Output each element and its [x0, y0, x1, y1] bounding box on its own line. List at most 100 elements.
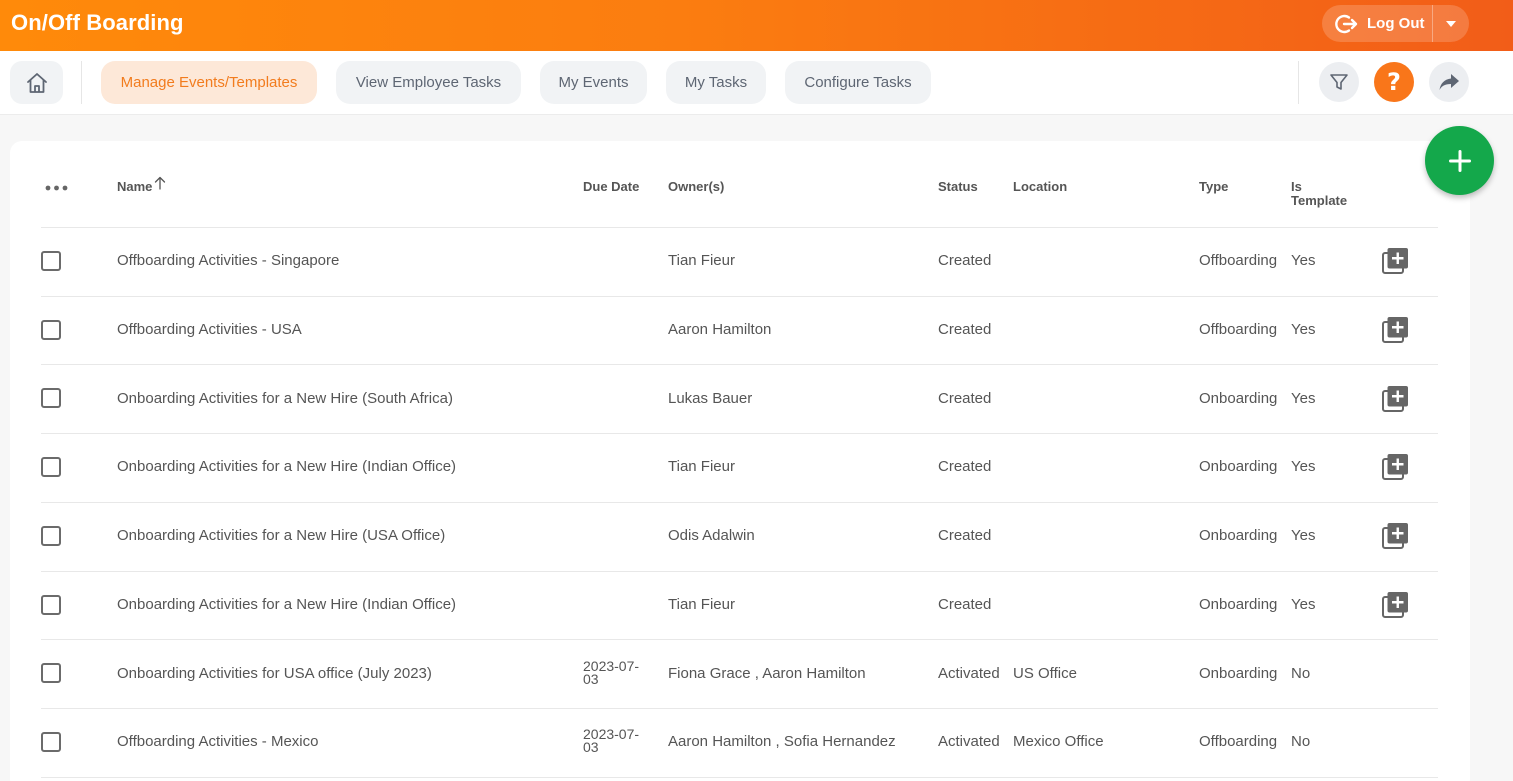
- row-due-date-part2: 03: [583, 671, 599, 687]
- tab-view-employee-tasks[interactable]: View Employee Tasks: [336, 61, 521, 104]
- row-status: Created: [938, 321, 992, 338]
- filter-button[interactable]: [1319, 62, 1359, 102]
- copy-template-icon[interactable]: [1382, 316, 1409, 343]
- column-header-location[interactable]: Location: [1013, 180, 1067, 194]
- row-status: Created: [938, 390, 992, 407]
- row-due-date-part2: 03: [583, 739, 599, 755]
- copy-template-icon[interactable]: [1382, 522, 1409, 549]
- row-due-date: 2023-07- 03: [583, 727, 649, 755]
- column-header-is-template-line1: Is: [1291, 179, 1302, 194]
- row-type: Onboarding: [1199, 390, 1278, 407]
- share-icon: [1439, 74, 1459, 90]
- column-header-due-date[interactable]: Due Date: [583, 180, 639, 194]
- app-header: On/Off Boarding Log Out: [0, 0, 1513, 51]
- row-name[interactable]: Offboarding Activities - Mexico: [117, 734, 318, 750]
- row-is-template: Yes: [1291, 252, 1316, 269]
- row-divider: [41, 777, 1438, 778]
- header-divider: [41, 227, 1438, 228]
- copy-template-icon[interactable]: [1382, 453, 1409, 480]
- row-location: US Office: [1013, 665, 1077, 682]
- row-owners: Lukas Bauer: [668, 390, 753, 407]
- caret-down-icon: [1446, 20, 1456, 27]
- copy-template-icon[interactable]: [1382, 591, 1409, 618]
- row-divider: [41, 708, 1438, 709]
- column-header-name-label: Name: [117, 179, 153, 194]
- tab-my-events[interactable]: My Events: [540, 61, 647, 104]
- logout-label: Log Out: [1367, 15, 1425, 32]
- filter-icon: [1330, 74, 1348, 90]
- add-event-button[interactable]: [1425, 126, 1494, 195]
- row-name[interactable]: Onboarding Activities for USA office (Ju…: [117, 666, 432, 682]
- column-header-owners[interactable]: Owner(s): [668, 180, 724, 194]
- row-checkbox[interactable]: [41, 663, 61, 683]
- tab-manage-events-templates[interactable]: Manage Events/Templates: [101, 61, 317, 104]
- row-status: Activated: [938, 733, 1000, 750]
- column-header-type[interactable]: Type: [1199, 180, 1228, 194]
- more-options-icon[interactable]: [45, 185, 68, 191]
- row-name[interactable]: Onboarding Activities for a New Hire (So…: [117, 391, 453, 407]
- logout-group: Log Out: [1322, 5, 1469, 42]
- tab-configure-tasks[interactable]: Configure Tasks: [785, 61, 931, 104]
- sort-ascending-icon: [155, 176, 166, 190]
- row-is-template: No: [1291, 665, 1311, 682]
- row-status: Created: [938, 527, 992, 544]
- help-icon: ?: [1387, 68, 1401, 96]
- app-title: On/Off Boarding: [11, 10, 184, 35]
- row-is-template: Yes: [1291, 527, 1316, 544]
- row-type: Offboarding: [1199, 252, 1278, 269]
- row-type: Onboarding: [1199, 527, 1278, 544]
- nav-divider: [81, 61, 82, 104]
- row-is-template: Yes: [1291, 321, 1316, 338]
- row-divider: [41, 502, 1438, 503]
- column-header-is-template-line2: Template: [1291, 193, 1348, 208]
- column-header-is-template[interactable]: Is Template: [1291, 180, 1347, 208]
- logout-button[interactable]: Log Out: [1322, 5, 1432, 42]
- row-type: Offboarding: [1199, 733, 1278, 750]
- row-type: Offboarding: [1199, 321, 1278, 338]
- row-checkbox[interactable]: [41, 595, 61, 615]
- logout-menu-toggle[interactable]: [1433, 5, 1469, 42]
- logout-icon: [1335, 14, 1358, 33]
- row-is-template: No: [1291, 733, 1311, 750]
- row-checkbox[interactable]: [41, 251, 61, 271]
- share-button[interactable]: [1429, 62, 1469, 102]
- row-type: Onboarding: [1199, 458, 1278, 475]
- row-type: Onboarding: [1199, 596, 1278, 613]
- row-name[interactable]: Onboarding Activities for a New Hire (In…: [117, 459, 456, 475]
- row-owners: Tian Fieur: [668, 596, 735, 613]
- row-checkbox[interactable]: [41, 457, 61, 477]
- row-name[interactable]: Offboarding Activities - Singapore: [117, 253, 339, 269]
- plus-icon: [1448, 149, 1471, 172]
- copy-template-icon[interactable]: [1382, 247, 1409, 274]
- row-checkbox[interactable]: [41, 526, 61, 546]
- tab-my-tasks[interactable]: My Tasks: [666, 61, 766, 104]
- row-is-template: Yes: [1291, 390, 1316, 407]
- copy-template-icon[interactable]: [1382, 385, 1409, 412]
- row-type: Onboarding: [1199, 665, 1278, 682]
- row-name[interactable]: Onboarding Activities for a New Hire (US…: [117, 528, 445, 544]
- row-divider: [41, 639, 1438, 640]
- row-name[interactable]: Onboarding Activities for a New Hire (In…: [117, 597, 456, 613]
- row-owners: Tian Fieur: [668, 458, 735, 475]
- column-header-name[interactable]: Name: [117, 176, 166, 194]
- row-is-template: Yes: [1291, 596, 1316, 613]
- row-owners: Tian Fieur: [668, 252, 735, 269]
- row-checkbox[interactable]: [41, 320, 61, 340]
- row-name[interactable]: Offboarding Activities - USA: [117, 322, 302, 338]
- row-is-template: Yes: [1291, 458, 1316, 475]
- column-header-status[interactable]: Status: [938, 180, 978, 194]
- row-owners: Aaron Hamilton , Sofia Hernandez: [668, 733, 896, 750]
- row-due-date: 2023-07- 03: [583, 659, 649, 687]
- help-button[interactable]: ?: [1374, 62, 1414, 102]
- nav-bar: Manage Events/Templates View Employee Ta…: [0, 51, 1513, 115]
- row-checkbox[interactable]: [41, 732, 61, 752]
- home-button[interactable]: [10, 61, 63, 104]
- row-checkbox[interactable]: [41, 388, 61, 408]
- row-divider: [41, 433, 1438, 434]
- home-icon: [26, 72, 47, 93]
- row-status: Created: [938, 596, 992, 613]
- row-owners: Fiona Grace , Aaron Hamilton: [668, 665, 866, 682]
- row-divider: [41, 296, 1438, 297]
- row-divider: [41, 364, 1438, 365]
- row-status: Created: [938, 252, 992, 269]
